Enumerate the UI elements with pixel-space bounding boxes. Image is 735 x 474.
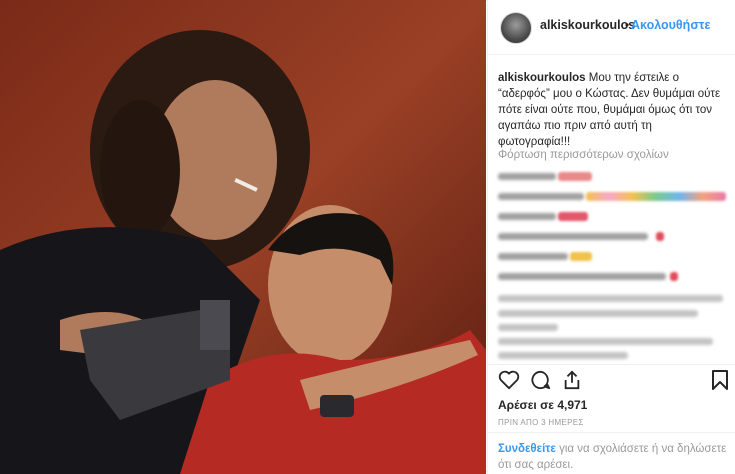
- post-time: ΠΡΙΝ ΑΠΟ 3 ΗΜΕΡΕΣ: [498, 418, 584, 427]
- comment-line: [498, 173, 556, 180]
- comment-line: [498, 253, 568, 260]
- comment-emoji: [586, 192, 726, 201]
- comment-emoji: [570, 252, 592, 261]
- follow-button[interactable]: Ακολουθήστε: [631, 18, 710, 32]
- post-photo[interactable]: [0, 0, 486, 474]
- login-divider: [488, 432, 735, 433]
- separator-dot: •: [625, 18, 630, 32]
- action-bar: [488, 364, 735, 395]
- comment-emoji: [670, 272, 678, 281]
- comment-line: [498, 193, 584, 200]
- comment-line: [498, 310, 698, 317]
- comment-line: [498, 324, 558, 331]
- avatar[interactable]: [500, 12, 532, 44]
- share-icon[interactable]: [562, 370, 582, 390]
- comment-emoji: [656, 232, 664, 241]
- comment-line: [498, 213, 556, 220]
- comment-line: [498, 233, 648, 240]
- post-side-panel: alkiskourkoulos • Ακολουθήστε alkiskourk…: [487, 0, 735, 474]
- speech-bubble-icon[interactable]: [530, 370, 552, 390]
- caption-username[interactable]: alkiskourkoulos: [498, 72, 586, 84]
- heart-icon[interactable]: [498, 370, 520, 390]
- likes-count[interactable]: Αρέσει σε 4,971: [498, 398, 587, 412]
- comment-line: [498, 295, 723, 302]
- load-more-comments[interactable]: Φόρτωση περισσότερων σχολίων: [498, 149, 669, 161]
- login-prompt: Συνδεθείτε για να σχολιάσετε ή να δηλώσε…: [498, 441, 728, 473]
- header-username[interactable]: alkiskourkoulos: [540, 18, 635, 32]
- comment-line: [498, 352, 628, 359]
- post-header: alkiskourkoulos • Ακολουθήστε: [488, 0, 735, 55]
- comment-emoji: [558, 172, 592, 181]
- login-link[interactable]: Συνδεθείτε: [498, 443, 556, 455]
- comment-line: [498, 338, 713, 345]
- bookmark-icon[interactable]: [712, 370, 728, 390]
- comment-emoji: [558, 212, 588, 221]
- comment-line: [498, 273, 666, 280]
- photo-illustration: [0, 0, 486, 474]
- post-caption: alkiskourkoulos Μου την έστειλε ο “αδερφ…: [498, 70, 726, 150]
